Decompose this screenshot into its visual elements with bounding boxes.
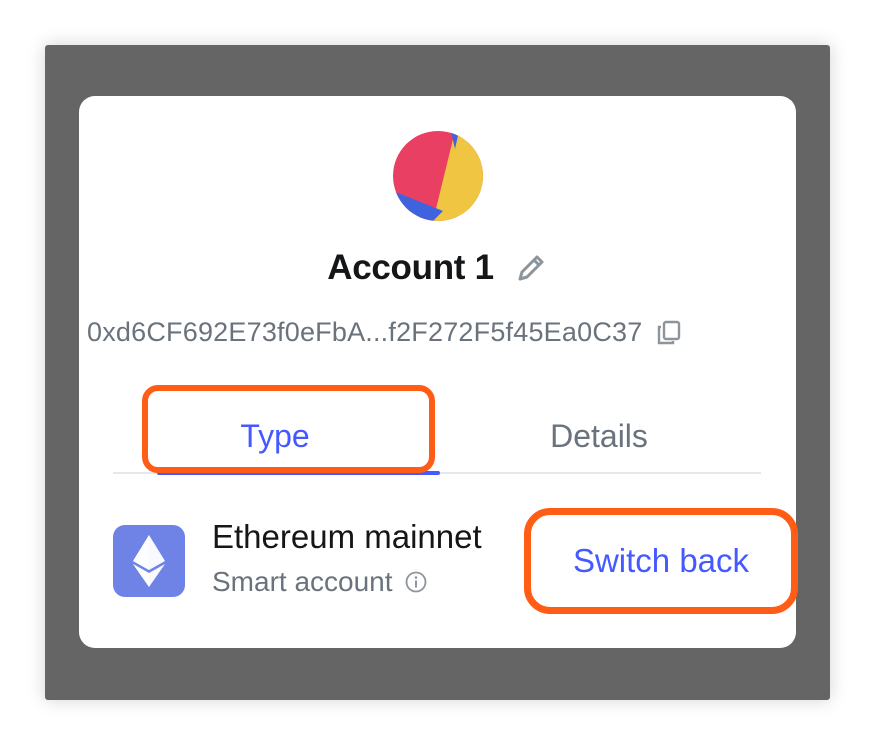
highlight-type-tab — [142, 385, 435, 473]
account-address: 0xd6CF692E73f0eFbA...f2F272F5f45Ea0C37 — [87, 316, 643, 347]
account-avatar — [393, 131, 483, 221]
address-row: 0xd6CF692E73f0eFbA...f2F272F5f45Ea0C37 — [87, 310, 682, 354]
account-type-label: Smart account — [212, 566, 393, 597]
network-name: Ethereum mainnet — [212, 518, 482, 555]
copy-icon[interactable] — [656, 319, 682, 345]
info-icon[interactable] — [405, 571, 427, 593]
pencil-icon[interactable] — [514, 251, 548, 285]
switch-back-button[interactable]: Switch back — [524, 508, 798, 614]
ethereum-icon — [113, 525, 185, 597]
tab-details[interactable]: Details — [437, 400, 761, 472]
account-name: Account 1 — [327, 248, 494, 287]
account-title-row: Account 1 — [0, 240, 875, 296]
account-type-row: Smart account — [212, 566, 427, 598]
